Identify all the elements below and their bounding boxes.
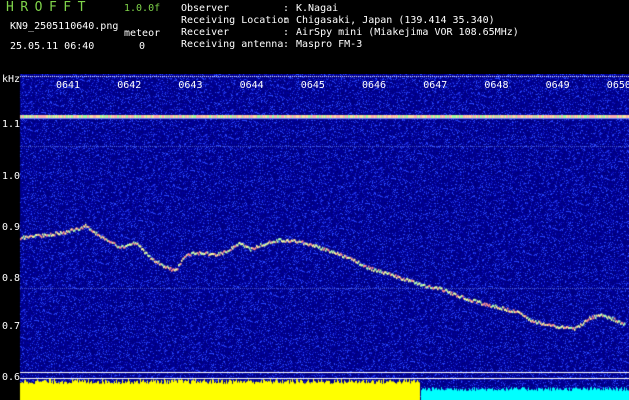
meteor-label: meteor bbox=[124, 28, 161, 39]
info-label: Observer bbox=[181, 3, 230, 14]
info-separator: : bbox=[283, 3, 290, 14]
x-tick-label: 0642 bbox=[117, 80, 142, 91]
info-separator: : bbox=[283, 39, 290, 50]
info-header: HROFFT 1.0.0f KN9_2505110640.png 25.05.1… bbox=[0, 0, 629, 74]
y-tick-label: 0.6 bbox=[2, 372, 21, 383]
x-tick-label: 0643 bbox=[178, 80, 203, 91]
x-tick-label: 0646 bbox=[362, 80, 387, 91]
x-tick-label: 0641 bbox=[56, 80, 81, 91]
info-label: Receiving Location bbox=[181, 15, 290, 26]
x-tick-label: 0650 bbox=[606, 80, 629, 91]
x-tick-label: 0649 bbox=[545, 80, 570, 91]
datetime-label: 25.05.11 06:40 bbox=[10, 41, 95, 52]
info-value: Chigasaki, Japan (139.414 35.340) bbox=[296, 15, 495, 26]
info-separator: : bbox=[283, 27, 290, 38]
y-tick-label: 1.1 bbox=[2, 119, 21, 130]
app-title: HROFFT bbox=[6, 0, 92, 15]
x-tick-label: 0647 bbox=[423, 80, 448, 91]
x-tick-label: 0644 bbox=[239, 80, 264, 91]
x-tick-label: 0645 bbox=[300, 80, 325, 91]
info-label: Receiving antenna bbox=[181, 39, 284, 50]
version-label: 1.0.0f bbox=[124, 3, 161, 14]
y-tick-label: 0.9 bbox=[2, 222, 21, 233]
spectrogram-canvas bbox=[0, 74, 629, 400]
y-tick-label: 0.8 bbox=[2, 273, 21, 284]
y-tick-label: 0.7 bbox=[2, 321, 21, 332]
y-tick-label: 1.0 bbox=[2, 171, 21, 182]
filename-label: KN9_2505110640.png bbox=[10, 21, 119, 32]
info-label: Receiver bbox=[181, 27, 230, 38]
info-separator: : bbox=[283, 15, 290, 26]
y-axis-unit: kHz bbox=[2, 74, 21, 85]
info-value: AirSpy mini (Miakejima VOR 108.65MHz) bbox=[296, 27, 519, 38]
info-value: Maspro FM-3 bbox=[296, 39, 363, 50]
meteor-count: 0 bbox=[139, 41, 146, 52]
info-value: K.Nagai bbox=[296, 3, 339, 14]
x-tick-label: 0648 bbox=[484, 80, 509, 91]
